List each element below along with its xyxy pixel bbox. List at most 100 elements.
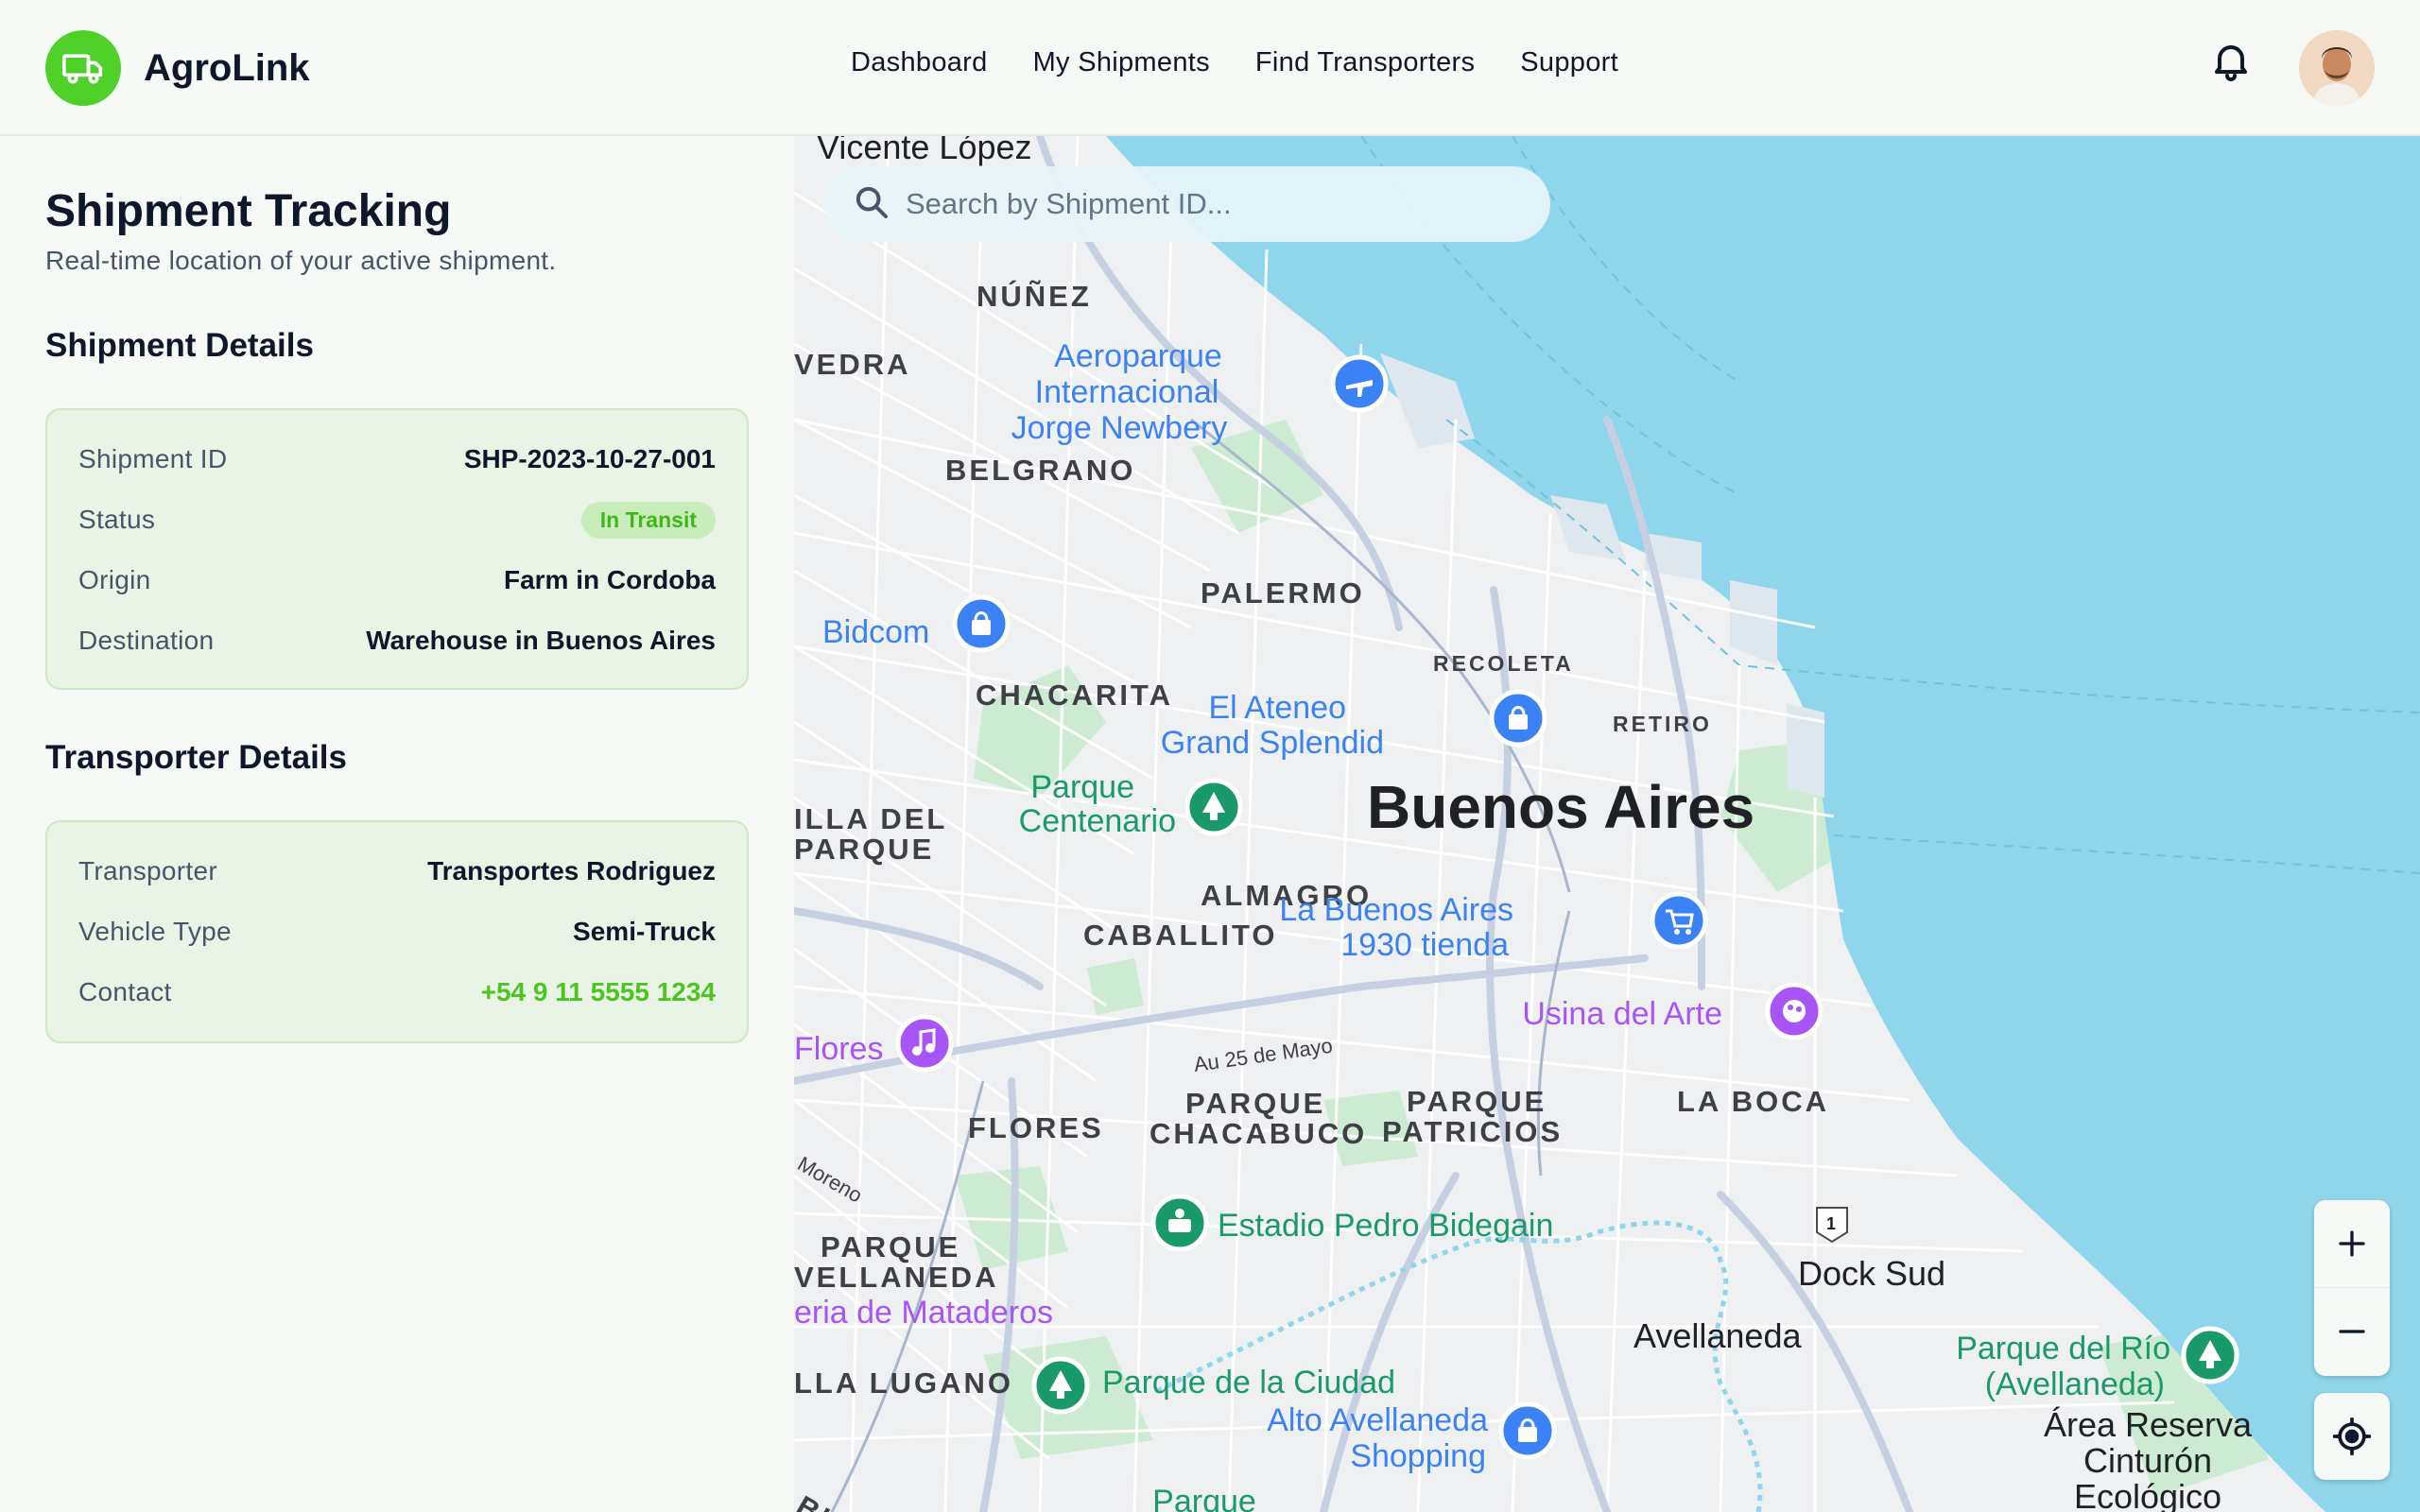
poi-aeroparque-1: Aeroparque [1054,338,1222,374]
zoom-out-icon[interactable] [2314,1287,2390,1374]
detail-row-contact: Contact +54 9 11 5555 1234 [78,962,716,1022]
shipment-details-card: Shipment ID SHP-2023-10-27-001 Status In… [45,408,749,690]
detail-label: Destination [78,626,215,655]
brand[interactable]: AgroLink [45,30,310,106]
shopping-marker-icon [952,594,1011,653]
label-villa-del-parque-2: PARQUE [794,833,934,866]
label-parque-avellaneda-1: PARQUE [821,1230,960,1263]
top-header: AgroLink Dashboard My Shipments Find Tra… [0,0,2420,136]
poi-bidcom: Bidcom [822,614,929,650]
park-marker-icon [1031,1356,1090,1415]
main-nav: Dashboard My Shipments Find Transporters… [851,47,1664,78]
detail-row-destination: Destination Warehouse in Buenos Aires [78,610,716,671]
shopping-marker-icon [1489,689,1547,747]
label-palermo: PALERMO [1201,576,1365,610]
detail-row-origin: Origin Farm in Cordoba [78,550,716,610]
label-villa-lugano: LLA LUGANO [794,1366,1013,1400]
label-buenos-aires: Buenos Aires [1367,773,1754,841]
status-badge: In Transit [580,501,716,539]
label-dock-sud: Dock Sud [1798,1254,1945,1293]
search-input[interactable] [906,187,1511,221]
label-belgrano: BELGRANO [945,454,1135,487]
zoom-in-icon[interactable] [2314,1200,2390,1287]
avatar[interactable] [2299,30,2375,106]
label-villa-del-parque-1: ILLA DEL [794,802,947,835]
shipment-id-value: SHP-2023-10-27-001 [463,444,716,473]
map-search-bar[interactable] [824,166,1550,242]
poi-la-buenos-aires-1: La Buenos Aires [1279,892,1513,928]
stadium-marker-icon [1150,1194,1209,1252]
origin-value: Farm in Cordoba [503,565,716,594]
detail-label: Status [78,505,156,534]
label-parque-avellaneda-2: VELLANEDA [794,1261,998,1294]
transporter-details-heading: Transporter Details [45,739,347,776]
label-parque-chacabuco-2: CHACABUCO [1150,1117,1367,1150]
shopping-marker-icon [1498,1401,1557,1460]
bell-icon[interactable] [2208,38,2254,83]
label-vicente-lopez: Vicente López [817,136,1032,166]
park-marker-icon [1184,778,1243,836]
poi-reserva-3: Ecológico [2074,1477,2221,1512]
transporter-details-card: Transporter Transportes Rodriguez Vehicl… [45,820,749,1043]
brand-name: AgroLink [144,46,310,89]
detail-label: Transporter [78,856,217,885]
palette-marker-icon [1765,982,1824,1040]
page-subtitle: Real-time location of your active shipme… [45,246,557,275]
cart-marker-icon [1650,891,1708,950]
map-view[interactable]: Vicente López NÚÑEZ VEDRA BELGRANO PALER… [794,136,2420,1512]
nav-find-transporters[interactable]: Find Transporters [1255,47,1475,78]
transporter-value: Transportes Rodriguez [427,856,716,885]
detail-label: Shipment ID [78,444,228,473]
poi-reserva-2: Cinturón [2083,1441,2212,1480]
nav-my-shipments[interactable]: My Shipments [1033,47,1210,78]
poi-mataderos: eria de Mataderos [794,1295,1053,1331]
detail-row-shipment-id: Shipment ID SHP-2023-10-27-001 [78,429,716,490]
route-1-label: 1 [1826,1214,1836,1233]
detail-row-transporter: Transporter Transportes Rodriguez [78,841,716,902]
label-nunez: NÚÑEZ [977,279,1092,313]
poi-parque-ciudad: Parque de la Ciudad [1102,1365,1395,1400]
zoom-controls [2314,1200,2390,1376]
poi-la-buenos-aires-2: 1930 tienda [1340,927,1509,963]
poi-ateneo-1: El Ateneo [1208,690,1346,726]
label-recoleta: RECOLETA [1433,651,1574,676]
label-parque-patricios-2: PATRICIOS [1382,1115,1563,1148]
poi-usina-del-arte: Usina del Arte [1522,996,1722,1032]
poi-reserva-1: Área Reserva [2044,1405,2253,1444]
poi-alto-avellaneda-1: Alto Avellaneda [1267,1402,1488,1438]
poi-flores: Flores [794,1031,883,1067]
detail-label: Contact [78,977,172,1006]
nav-dashboard[interactable]: Dashboard [851,47,988,78]
locate-control [2314,1393,2390,1480]
park-marker-icon [2181,1326,2239,1384]
vehicle-type-value: Semi-Truck [573,917,716,946]
music-marker-icon [895,1014,954,1073]
poi-centenario-1: Parque [1030,769,1134,805]
label-parque-patricios-1: PARQUE [1407,1085,1547,1118]
poi-parque-bottom: Parque [1152,1484,1256,1512]
locate-icon[interactable] [2314,1393,2390,1480]
shipment-details-heading: Shipment Details [45,327,314,364]
label-caballito: CABALLITO [1083,919,1278,952]
poi-estadio: Estadio Pedro Bidegain [1218,1208,1553,1244]
truck-icon [45,30,121,106]
label-chacarita: CHACARITA [976,679,1173,712]
contact-phone-link[interactable]: +54 9 11 5555 1234 [481,977,716,1007]
map-canvas: Vicente López NÚÑEZ VEDRA BELGRANO PALER… [794,136,2420,1512]
poi-parque-rio-2: (Avellaneda) [1985,1366,2165,1402]
label-vedra: VEDRA [794,348,911,381]
poi-ateneo-2: Grand Splendid [1161,725,1384,761]
detail-row-status: Status In Transit [78,490,716,550]
sidebar: Shipment Tracking Real-time location of … [0,138,794,1512]
label-flores: FLORES [968,1111,1104,1144]
poi-alto-avellaneda-2: Shopping [1350,1438,1486,1474]
label-parque-chacabuco-1: PARQUE [1185,1087,1325,1120]
label-avellaneda: Avellaneda [1634,1316,1802,1355]
label-la-boca: LA BOCA [1677,1085,1829,1118]
poi-parque-rio-1: Parque del Río [1956,1331,2170,1366]
nav-support[interactable]: Support [1520,47,1618,78]
poi-aeroparque-2: Internacional [1035,374,1219,410]
destination-value: Warehouse in Buenos Aires [366,626,716,655]
poi-aeroparque-3: Jorge Newbery [1011,410,1228,446]
detail-label: Vehicle Type [78,917,232,946]
